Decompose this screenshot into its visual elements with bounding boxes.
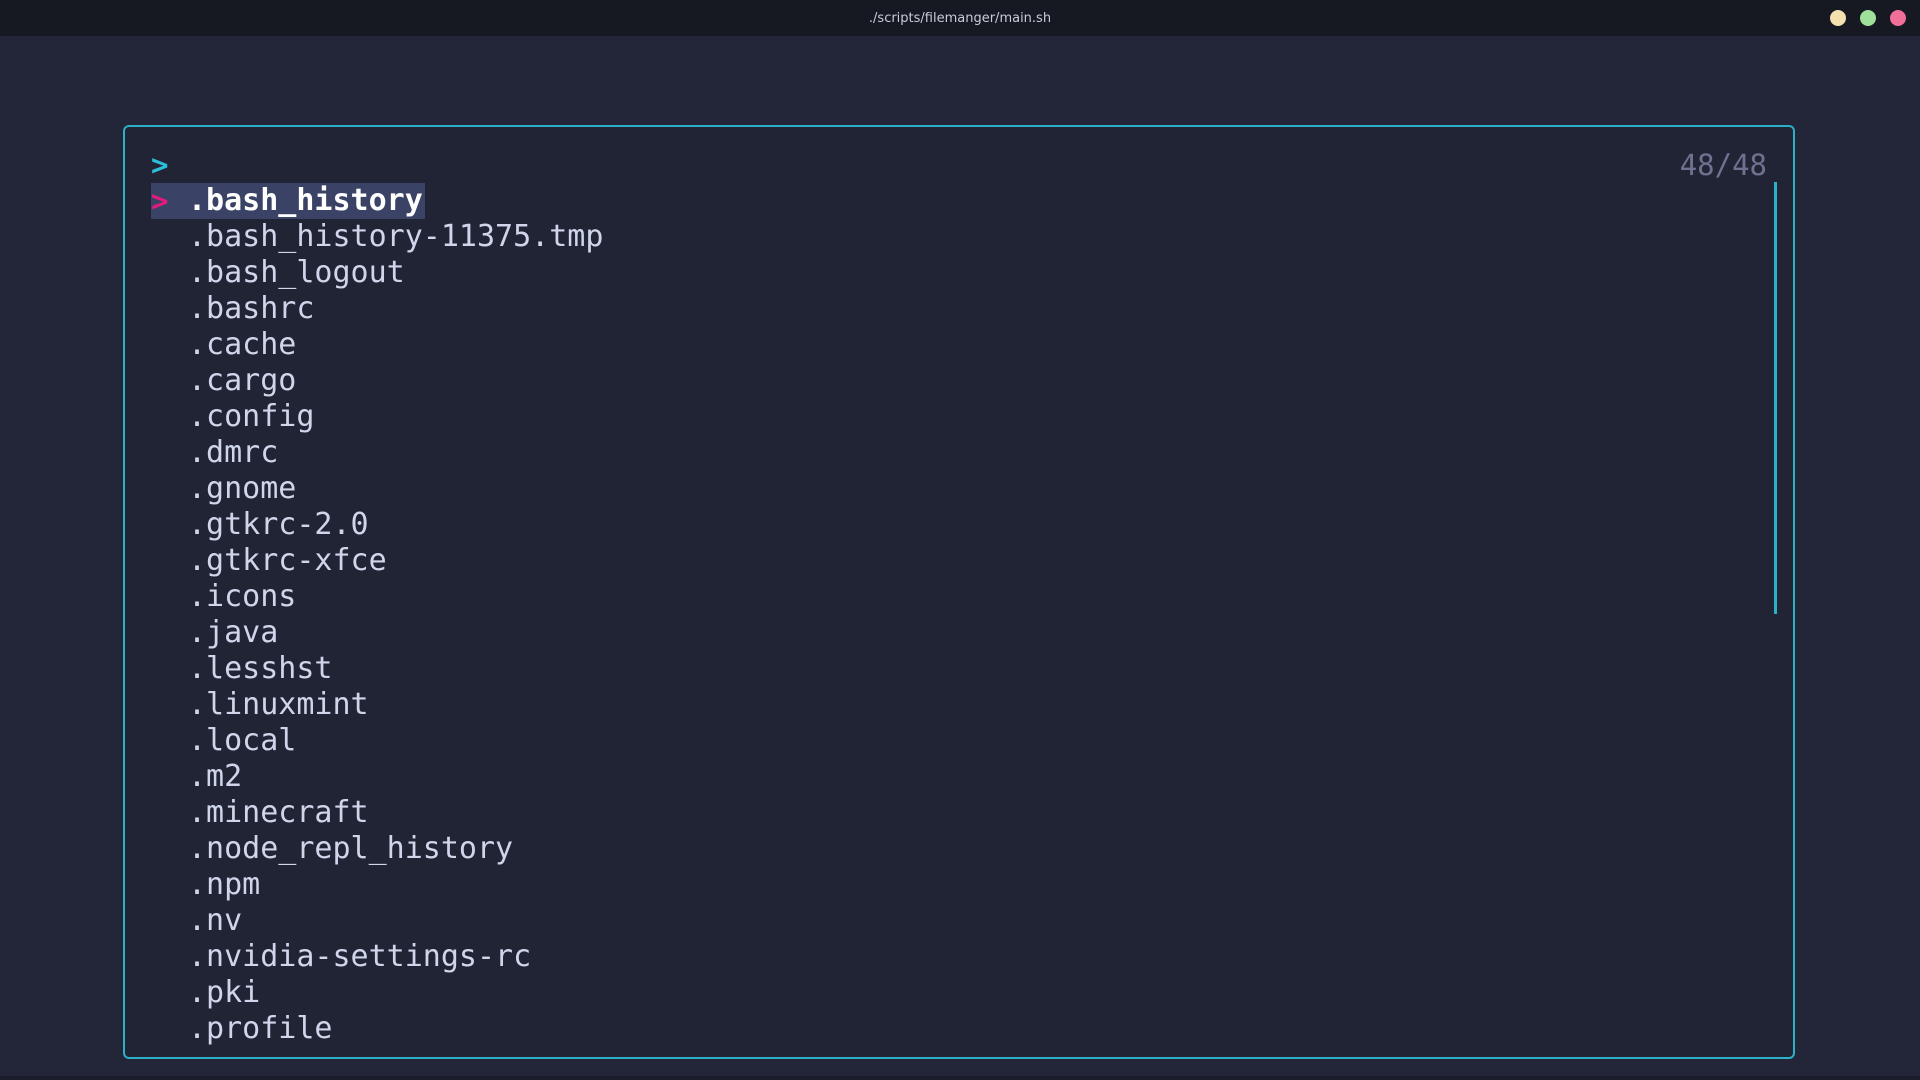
close-button[interactable] bbox=[1890, 10, 1906, 26]
item-wrap: .config bbox=[151, 399, 314, 435]
prompt-chevron-icon: > bbox=[151, 148, 169, 182]
item-wrap: .gtkrc-2.0 bbox=[151, 507, 369, 543]
selected-highlight: > .bash_history bbox=[151, 183, 425, 219]
list-item[interactable]: .nvidia-settings-rc bbox=[151, 939, 1733, 975]
item-wrap: .bash_history-11375.tmp bbox=[151, 219, 603, 255]
file-name: .config bbox=[188, 399, 315, 434]
minimize-button[interactable] bbox=[1830, 10, 1846, 26]
list-item[interactable]: .pki bbox=[151, 975, 1733, 1011]
list-item[interactable]: .gtkrc-xfce bbox=[151, 543, 1733, 579]
item-wrap: .nvidia-settings-rc bbox=[151, 939, 531, 975]
search-prompt-row[interactable]: > bbox=[151, 147, 180, 183]
file-name: .npm bbox=[188, 867, 261, 902]
list-item[interactable]: .cache bbox=[151, 327, 1733, 363]
list-item[interactable]: .m2 bbox=[151, 759, 1733, 795]
window-controls bbox=[1830, 10, 1906, 26]
file-name: .bash_history-11375.tmp bbox=[188, 219, 604, 254]
item-wrap: .icons bbox=[151, 579, 296, 615]
list-item[interactable]: .linuxmint bbox=[151, 687, 1733, 723]
file-name: .cargo bbox=[188, 363, 297, 398]
list-item[interactable]: > .bash_history bbox=[151, 183, 1733, 219]
list-item[interactable]: .lesshst bbox=[151, 651, 1733, 687]
file-name: .bash_logout bbox=[188, 255, 405, 290]
fuzzy-finder-panel: > 48/48 > .bash_history .bash_history-1137… bbox=[123, 125, 1795, 1059]
item-wrap: .profile bbox=[151, 1011, 333, 1047]
maximize-button[interactable] bbox=[1860, 10, 1876, 26]
item-wrap: .dmrc bbox=[151, 435, 278, 471]
list-item[interactable]: .gnome bbox=[151, 471, 1733, 507]
file-name: .minecraft bbox=[188, 795, 369, 830]
file-name: .node_repl_history bbox=[188, 831, 514, 866]
file-name: .gnome bbox=[188, 471, 297, 506]
terminal-area[interactable]: > 48/48 > .bash_history .bash_history-1137… bbox=[0, 36, 1920, 1080]
file-name: .pki bbox=[188, 975, 261, 1010]
file-name: .bash_history bbox=[188, 183, 423, 218]
list-item[interactable]: .bashrc bbox=[151, 291, 1733, 327]
list-item[interactable]: .nv bbox=[151, 903, 1733, 939]
item-wrap: .gnome bbox=[151, 471, 296, 507]
file-name: .bashrc bbox=[188, 291, 315, 326]
list-item[interactable]: .java bbox=[151, 615, 1733, 651]
file-name: .cache bbox=[188, 327, 297, 362]
bottom-edge bbox=[0, 1076, 1920, 1080]
window-title: ./scripts/filemanger/main.sh bbox=[868, 10, 1052, 26]
scrollbar[interactable] bbox=[1774, 182, 1777, 614]
item-wrap: .cache bbox=[151, 327, 296, 363]
item-wrap: .cargo bbox=[151, 363, 296, 399]
list-item[interactable]: .gtkrc-2.0 bbox=[151, 507, 1733, 543]
file-name: .dmrc bbox=[188, 435, 279, 470]
item-wrap: .bash_logout bbox=[151, 255, 405, 291]
list-item[interactable]: .npm bbox=[151, 867, 1733, 903]
file-name: .icons bbox=[188, 579, 297, 614]
item-wrap: .minecraft bbox=[151, 795, 369, 831]
file-name: .java bbox=[188, 615, 279, 650]
list-item[interactable]: .dmrc bbox=[151, 435, 1733, 471]
file-name: .m2 bbox=[188, 759, 243, 794]
item-wrap: .pki bbox=[151, 975, 260, 1011]
list-item[interactable]: .bash_history-11375.tmp bbox=[151, 219, 1733, 255]
file-name: .gtkrc-2.0 bbox=[188, 507, 369, 542]
item-wrap: .local bbox=[151, 723, 296, 759]
item-wrap: .linuxmint bbox=[151, 687, 369, 723]
file-name: .linuxmint bbox=[188, 687, 369, 722]
list-item[interactable]: .bash_logout bbox=[151, 255, 1733, 291]
file-name: .profile bbox=[188, 1011, 333, 1046]
list-item[interactable]: .local bbox=[151, 723, 1733, 759]
file-list: > .bash_history .bash_history-11375.tmp .ba… bbox=[151, 183, 1733, 1047]
file-name: .lesshst bbox=[188, 651, 333, 686]
item-wrap: .npm bbox=[151, 867, 260, 903]
file-name: .gtkrc-xfce bbox=[188, 543, 387, 578]
file-name: .nvidia-settings-rc bbox=[188, 939, 532, 974]
item-wrap: .m2 bbox=[151, 759, 242, 795]
match-counter: 48/48 bbox=[1679, 148, 1767, 182]
list-item[interactable]: .config bbox=[151, 399, 1733, 435]
item-wrap: .lesshst bbox=[151, 651, 333, 687]
list-item[interactable]: .cargo bbox=[151, 363, 1733, 399]
file-name: .local bbox=[188, 723, 297, 758]
item-wrap: .bashrc bbox=[151, 291, 314, 327]
list-item[interactable]: .icons bbox=[151, 579, 1733, 615]
list-item[interactable]: .profile bbox=[151, 1011, 1733, 1047]
item-wrap: .nv bbox=[151, 903, 242, 939]
file-name: .nv bbox=[188, 903, 243, 938]
item-wrap: .gtkrc-xfce bbox=[151, 543, 387, 579]
item-wrap: .java bbox=[151, 615, 278, 651]
list-item[interactable]: .node_repl_history bbox=[151, 831, 1733, 867]
item-wrap: .node_repl_history bbox=[151, 831, 513, 867]
window-titlebar[interactable]: ./scripts/filemanger/main.sh bbox=[0, 0, 1920, 36]
selection-pointer-icon: > bbox=[151, 184, 169, 218]
list-item[interactable]: .minecraft bbox=[151, 795, 1733, 831]
